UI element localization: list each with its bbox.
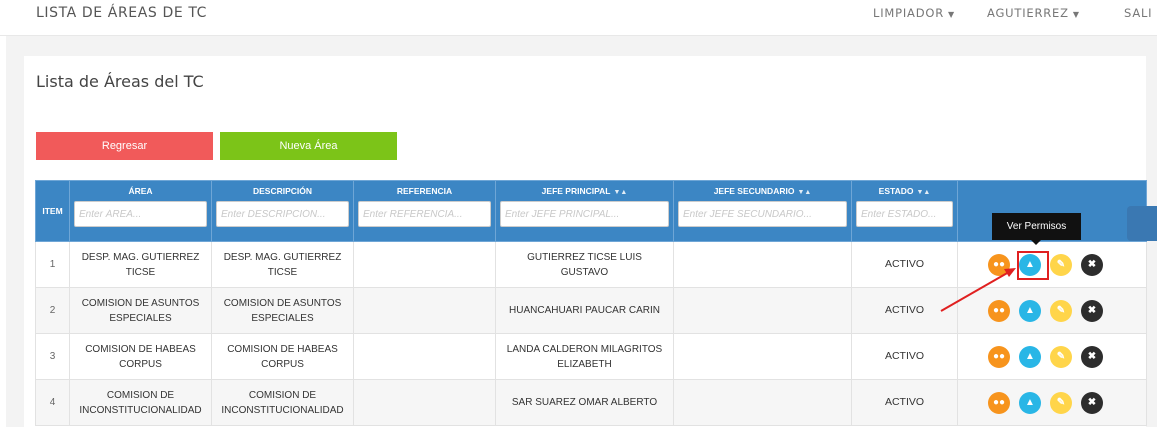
caret-down-icon: ▼ [1072, 10, 1080, 19]
nav-menu-user[interactable]: AGUTIERREZ ▼ [987, 6, 1080, 20]
table-row: 1 DESP. MAG. GUTIERREZ TICSE DESP. MAG. … [35, 241, 1147, 288]
cell-jefe-secundario [673, 379, 852, 426]
table-header-row: ITEM ÁREA DESCRIPCIÓN REFERENCIA JEF [35, 180, 1147, 242]
cell-actions: ●● ▲ ✎ ✖ [957, 379, 1147, 426]
cell-descripcion: COMISION DE INCONSTITUCIONALIDAD [211, 379, 354, 426]
users-icon[interactable]: ●● [988, 299, 1010, 322]
edit-icon[interactable]: ✎ [1050, 345, 1072, 368]
filter-descripcion-input[interactable] [216, 201, 349, 227]
cell-estado: ACTIVO [851, 241, 958, 288]
nav-logout[interactable]: SALI [1124, 6, 1152, 20]
cell-area: COMISION DE HABEAS CORPUS [69, 333, 212, 380]
close-icon[interactable]: ✖ [1081, 345, 1103, 368]
cell-jefe-principal: SAR SUAREZ OMAR ALBERTO [495, 379, 674, 426]
cell-jefe-principal: HUANCAHUARI PAUCAR CARIN [495, 287, 674, 334]
areas-table: ITEM ÁREA DESCRIPCIÓN REFERENCIA JEF [35, 180, 1147, 426]
filter-referencia-input[interactable] [358, 201, 491, 227]
cell-area: COMISION DE ASUNTOS ESPECIALES [69, 287, 212, 334]
cell-descripcion: COMISION DE ASUNTOS ESPECIALES [211, 287, 354, 334]
column-header-jefe-secundario[interactable]: JEFE SECUNDARIO ▼▲ [673, 180, 852, 242]
close-icon[interactable]: ✖ [1081, 299, 1103, 322]
table-row: 3 COMISION DE HABEAS CORPUS COMISION DE … [35, 333, 1147, 380]
nav-label: AGUTIERREZ [987, 6, 1069, 20]
edit-icon[interactable]: ✎ [1050, 253, 1072, 276]
cell-jefe-principal: GUTIERREZ TICSE LUIS GUSTAVO [495, 241, 674, 288]
cell-item: 4 [35, 379, 70, 426]
nav-label: SALI [1124, 6, 1153, 20]
content-area: Lista de Áreas del TC Regresar Nueva Áre… [6, 36, 1157, 427]
user-icon[interactable]: ▲ [1019, 345, 1041, 368]
cell-estado: ACTIVO [851, 333, 958, 380]
edit-icon[interactable]: ✎ [1050, 391, 1072, 414]
page-title: Lista de Áreas del TC [36, 72, 204, 91]
column-header-estado[interactable]: ESTADO ▼▲ [851, 180, 958, 242]
cell-actions: ●● ▲ ✎ ✖ [957, 333, 1147, 380]
sort-icon[interactable]: ▼▲ [613, 189, 627, 196]
column-header-jefe-principal[interactable]: JEFE PRINCIPAL ▼▲ [495, 180, 674, 242]
back-button[interactable]: Regresar [36, 132, 213, 160]
cell-estado: ACTIVO [851, 379, 958, 426]
cell-actions: ●● ▲ ✎ ✖ [957, 241, 1147, 288]
column-header-area: ÁREA [69, 180, 212, 242]
tooltip-ver-permisos: Ver Permisos [992, 213, 1081, 240]
nav-label: LIMPIADOR [873, 6, 945, 20]
users-icon[interactable]: ●● [988, 391, 1010, 414]
column-label: ÁREA [128, 186, 153, 196]
column-label: REFERENCIA [396, 186, 453, 196]
edit-icon[interactable]: ✎ [1050, 299, 1072, 322]
table-row: 2 COMISION DE ASUNTOS ESPECIALES COMISIO… [35, 287, 1147, 334]
close-icon[interactable]: ✖ [1081, 391, 1103, 414]
filter-jefe-principal-input[interactable] [500, 201, 669, 227]
cell-jefe-principal: LANDA CALDERON MILAGRITOS ELIZABETH [495, 333, 674, 380]
annotation-highlight-box [1017, 251, 1049, 280]
top-navbar: LISTA DE ÁREAS DE TC LIMPIADOR ▼ AGUTIERR… [0, 0, 1157, 36]
app-title: LISTA DE ÁREAS DE TC [36, 5, 208, 21]
cell-jefe-secundario [673, 241, 852, 288]
sort-icon[interactable]: ▼▲ [916, 189, 930, 196]
cell-item: 2 [35, 287, 70, 334]
cell-area: DESP. MAG. GUTIERREZ TICSE [69, 241, 212, 288]
filter-estado-input[interactable] [856, 201, 953, 227]
filter-area-input[interactable] [74, 201, 207, 227]
cell-jefe-secundario [673, 287, 852, 334]
user-icon[interactable]: ▲ [1019, 299, 1041, 322]
cell-descripcion: DESP. MAG. GUTIERREZ TICSE [211, 241, 354, 288]
table-row: 4 COMISION DE INCONSTITUCIONALIDAD COMIS… [35, 379, 1147, 426]
column-label: DESCRIPCIÓN [252, 186, 313, 196]
cell-item: 1 [35, 241, 70, 288]
column-header-descripcion: DESCRIPCIÓN [211, 180, 354, 242]
column-label: ESTADO [878, 186, 914, 196]
column-header-referencia: REFERENCIA [353, 180, 496, 242]
cell-estado: ACTIVO [851, 287, 958, 334]
main-panel: Lista de Áreas del TC Regresar Nueva Áre… [24, 56, 1147, 427]
column-header-item: ITEM [35, 180, 70, 242]
scroll-handle[interactable] [1127, 206, 1157, 241]
cell-item: 3 [35, 333, 70, 380]
users-icon[interactable]: ●● [988, 253, 1010, 276]
column-label: JEFE SECUNDARIO [713, 186, 795, 196]
caret-down-icon: ▼ [948, 10, 955, 19]
cell-referencia [353, 379, 496, 426]
users-icon[interactable]: ●● [988, 345, 1010, 368]
cell-referencia [353, 333, 496, 380]
cell-actions: ●● ▲ ✎ ✖ [957, 287, 1147, 334]
new-area-button[interactable]: Nueva Área [220, 132, 397, 160]
cell-referencia [353, 287, 496, 334]
user-icon[interactable]: ▲ [1019, 391, 1041, 414]
cell-jefe-secundario [673, 333, 852, 380]
close-icon[interactable]: ✖ [1081, 253, 1103, 276]
filter-jefe-secundario-input[interactable] [678, 201, 847, 227]
cell-referencia [353, 241, 496, 288]
nav-menu-limpiador[interactable]: LIMPIADOR ▼ [873, 6, 955, 20]
cell-area: COMISION DE INCONSTITUCIONALIDAD [69, 379, 212, 426]
tooltip-arrow [1031, 240, 1041, 245]
sort-icon[interactable]: ▼▲ [797, 189, 811, 196]
column-label: ITEM [42, 206, 63, 216]
column-label: JEFE PRINCIPAL [541, 186, 611, 196]
cell-descripcion: COMISION DE HABEAS CORPUS [211, 333, 354, 380]
